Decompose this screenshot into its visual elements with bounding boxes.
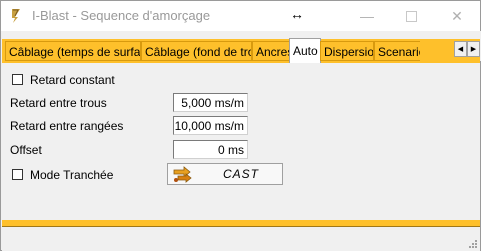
retard-rangees-label: Retard entre rangées [10,119,124,133]
title-bar[interactable]: I-Blast - Sequence d'amorçage ↔ — ✕ [1,1,480,31]
tab-scroll-left-button[interactable]: ◀ [454,41,467,57]
offset-label: Offset [10,143,42,157]
tab-auto[interactable]: Auto [289,38,321,63]
tab-label: Câblage (fond de trou) [145,45,251,59]
bottom-accent-band [2,220,480,227]
tab-label: Ancres [256,45,290,59]
status-area [2,227,480,251]
maximize-icon [405,10,417,22]
chevron-left-icon: ◀ [457,46,464,53]
resize-grip-icon[interactable] [467,238,478,249]
tab-cablage-surface[interactable]: Câblage (temps de surface) [5,41,141,61]
retard-constant-checkbox[interactable] [12,74,23,85]
close-button[interactable]: ✕ [447,6,467,26]
cast-arrows-icon [173,166,192,183]
retard-constant-label: Retard constant [30,73,115,87]
retard-rangees-field[interactable]: 10,000 ms/m [173,116,248,135]
tab-scroll-right-button[interactable]: ▶ [467,41,480,57]
cast-button-label: CAST [223,167,260,181]
tab-scroll-buttons: ◀ ▶ [454,41,480,57]
resize-cursor-icon: ↔ [290,6,304,22]
mode-tranchee-label: Mode Tranchée [30,168,114,182]
retard-trous-field[interactable]: 5,000 ms/m [173,93,248,112]
retard-trous-label: Retard entre trous [10,96,107,110]
close-icon: ✕ [451,7,463,24]
mode-tranchee-checkbox[interactable] [12,169,23,180]
tab-scenario[interactable]: Scenario [374,41,420,61]
minimize-button[interactable]: — [357,6,377,26]
window-title: I-Blast - Sequence d'amorçage [32,8,211,23]
chevron-right-icon: ▶ [470,46,477,53]
tab-label: Dispersion [324,45,374,59]
tab-label: Scenario [378,45,420,59]
tab-cablage-fond[interactable]: Câblage (fond de trou) [141,41,252,61]
main-window: I-Blast - Sequence d'amorçage ↔ — ✕ Câbl… [0,0,481,251]
tab-ancres[interactable]: Ancres [252,41,290,61]
tab-label: Auto [293,44,318,58]
maximize-button[interactable] [401,6,421,26]
minimize-icon: — [360,8,374,24]
tab-dispersion[interactable]: Dispersion [320,41,374,61]
app-logo-icon [12,9,20,23]
offset-field[interactable]: 0 ms [173,140,248,159]
tab-label: Câblage (temps de surface) [9,45,141,59]
cast-button[interactable]: CAST [167,163,283,185]
